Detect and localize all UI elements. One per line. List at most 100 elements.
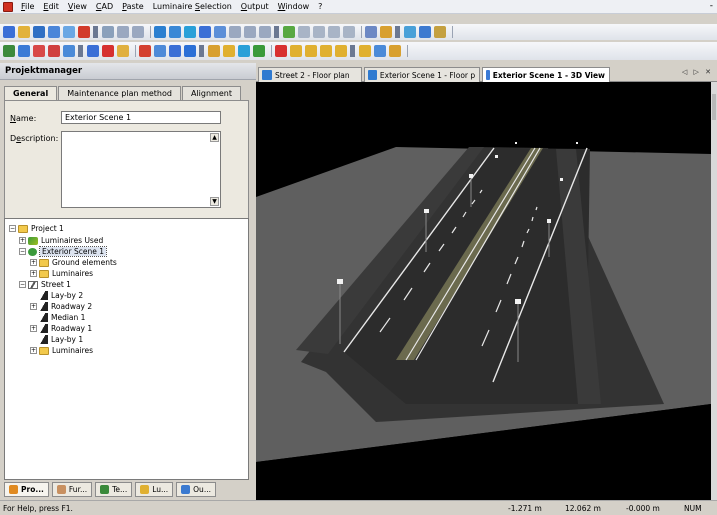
tree-item-layby-2[interactable]: Lay-by 2 <box>30 291 83 300</box>
toolbar-button-icon[interactable] <box>132 26 144 38</box>
tree-item-roadway-2[interactable]: + Roadway 2 <box>30 302 92 311</box>
menu-paste[interactable]: Paste <box>122 2 144 11</box>
toolbar-overflow-chevron-icon[interactable] <box>274 26 279 38</box>
toolbar-button-icon[interactable] <box>223 45 235 57</box>
expand-icon[interactable]: + <box>30 303 37 310</box>
menu-cad[interactable]: CAD <box>96 2 113 11</box>
collapse-icon[interactable]: − <box>19 248 26 255</box>
toolbar-button-icon[interactable] <box>169 26 181 38</box>
menu-window[interactable]: Window <box>278 2 310 11</box>
tree-item-roadway-1[interactable]: + Roadway 1 <box>30 324 92 333</box>
toolbar-overflow-chevron-icon[interactable] <box>199 45 204 57</box>
bottom-tab-output[interactable]: Ou... <box>176 481 216 497</box>
toolbar-overflow-chevron-icon[interactable] <box>78 45 83 57</box>
toolbar-button-icon[interactable] <box>290 45 302 57</box>
viewport-scrollbar[interactable] <box>711 82 717 500</box>
toolbar-button-icon[interactable] <box>184 26 196 38</box>
toolbar-button-icon[interactable] <box>214 26 226 38</box>
toolbar-button-icon[interactable] <box>328 26 340 38</box>
menu-file[interactable]: File <box>21 2 34 11</box>
app-icon[interactable] <box>3 1 13 12</box>
toolbar-button-icon[interactable] <box>320 45 332 57</box>
toolbar-button-icon[interactable] <box>199 26 211 38</box>
expand-icon[interactable]: + <box>30 347 37 354</box>
3d-viewport[interactable] <box>256 82 711 500</box>
expand-icon[interactable]: + <box>30 325 37 332</box>
toolbar-button-icon[interactable] <box>298 26 310 38</box>
toolbar-button-icon[interactable] <box>78 26 90 38</box>
expand-icon[interactable]: + <box>30 259 37 266</box>
scroll-down-button[interactable]: ▼ <box>210 197 219 206</box>
toolbar-button-icon[interactable] <box>102 26 114 38</box>
toolbar-button-icon[interactable] <box>117 45 129 57</box>
toolbar-button-icon[interactable] <box>275 45 287 57</box>
menu-view[interactable]: View <box>68 2 87 11</box>
tree-item-luminaires-used[interactable]: + Luminaires Used <box>19 236 103 245</box>
bottom-tab-project[interactable]: Pro... <box>4 481 49 497</box>
toolbar-button-icon[interactable] <box>259 26 271 38</box>
scroll-up-button[interactable]: ▲ <box>210 133 219 142</box>
toolbar-button-icon[interactable] <box>18 45 30 57</box>
tree-item-scene-luminaires[interactable]: + Luminaires <box>30 269 93 278</box>
toolbar-button-icon[interactable] <box>343 26 355 38</box>
tree-item-exterior-scene[interactable]: − Exterior Scene 1 <box>19 246 107 257</box>
tab-maintenance-plan-method[interactable]: Maintenance plan method <box>58 86 181 100</box>
toolbar-button-icon[interactable] <box>335 45 347 57</box>
toolbar-button-icon[interactable] <box>87 45 99 57</box>
toolbar-button-icon[interactable] <box>389 45 401 57</box>
name-field[interactable]: Exterior Scene 1 <box>61 111 221 124</box>
tree-item-layby-1[interactable]: Lay-by 1 <box>30 335 83 344</box>
toolbar-button-icon[interactable] <box>283 26 295 38</box>
toolbar-button-icon[interactable] <box>33 26 45 38</box>
toolbar-button-icon[interactable] <box>154 26 166 38</box>
toolbar-button-icon[interactable] <box>380 26 392 38</box>
toolbar-button-icon[interactable] <box>374 45 386 57</box>
toolbar-button-icon[interactable] <box>434 26 446 38</box>
tab-exterior-scene-floor-plan[interactable]: Exterior Scene 1 - Floor plan <box>364 67 480 82</box>
toolbar-button-icon[interactable] <box>33 45 45 57</box>
tab-street-2-floor-plan[interactable]: Street 2 - Floor plan <box>258 67 362 82</box>
toolbar-button-icon[interactable] <box>169 45 181 57</box>
toolbar-button-icon[interactable] <box>208 45 220 57</box>
toolbar-overflow-chevron-icon[interactable] <box>350 45 355 57</box>
tab-scroll-controls[interactable]: ◁ ▷ ✕ <box>682 68 713 76</box>
toolbar-button-icon[interactable] <box>238 45 250 57</box>
toolbar-button-icon[interactable] <box>154 45 166 57</box>
expand-icon[interactable]: + <box>30 270 37 277</box>
tree-item-street[interactable]: − Street 1 <box>19 280 71 289</box>
toolbar-button-icon[interactable] <box>229 26 241 38</box>
tree-item-ground-elements[interactable]: + Ground elements <box>30 258 117 267</box>
tab-exterior-scene-3d-view[interactable]: Exterior Scene 1 - 3D View <box>482 67 610 82</box>
toolbar-button-icon[interactable] <box>365 26 377 38</box>
toolbar-overflow-chevron-icon[interactable] <box>93 26 98 38</box>
menu-edit[interactable]: Edit <box>43 2 59 11</box>
toolbar-button-icon[interactable] <box>48 45 60 57</box>
toolbar-button-icon[interactable] <box>117 26 129 38</box>
tree-item-median-1[interactable]: Median 1 <box>30 313 85 322</box>
bottom-tab-luminaire[interactable]: Lu... <box>135 481 174 497</box>
expand-icon[interactable]: + <box>19 237 26 244</box>
bottom-tab-furniture[interactable]: Fur... <box>51 481 93 497</box>
toolbar-button-icon[interactable] <box>18 26 30 38</box>
toolbar-button-icon[interactable] <box>253 45 265 57</box>
toolbar-overflow-chevron-icon[interactable] <box>395 26 400 38</box>
toolbar-button-icon[interactable] <box>359 45 371 57</box>
toolbar-button-icon[interactable] <box>102 45 114 57</box>
toolbar-button-icon[interactable] <box>419 26 431 38</box>
toolbar-button-icon[interactable] <box>404 26 416 38</box>
tab-general[interactable]: General <box>4 86 58 101</box>
toolbar-button-icon[interactable] <box>305 45 317 57</box>
toolbar-button-icon[interactable] <box>184 45 196 57</box>
window-minimize-button[interactable]: - <box>710 1 713 11</box>
toolbar-button-icon[interactable] <box>313 26 325 38</box>
description-field[interactable]: ▲ ▼ <box>61 131 221 208</box>
toolbar-button-icon[interactable] <box>48 26 60 38</box>
tree-item-project[interactable]: − Project 1 <box>9 224 64 233</box>
toolbar-button-icon[interactable] <box>3 45 15 57</box>
bottom-tab-texture[interactable]: Te... <box>95 481 133 497</box>
tree-item-street-luminaires[interactable]: + Luminaires <box>30 346 93 355</box>
scrollbar-thumb[interactable] <box>712 94 716 120</box>
toolbar-button-icon[interactable] <box>3 26 15 38</box>
menu-help[interactable]: ? <box>318 2 322 11</box>
collapse-icon[interactable]: − <box>19 281 26 288</box>
